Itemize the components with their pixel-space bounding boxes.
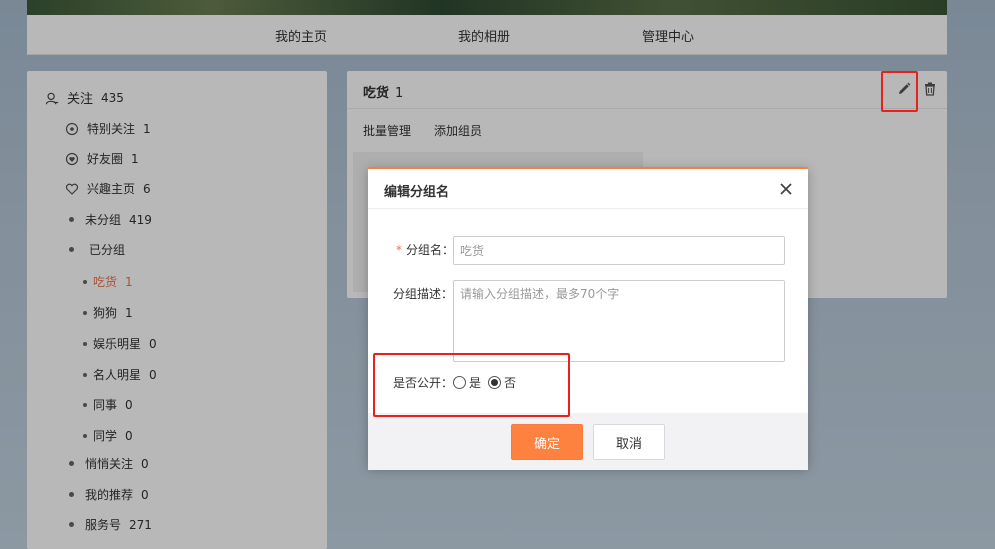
group-name-label-text: 分组名： <box>406 243 455 257</box>
radio-unchecked-icon <box>453 376 466 389</box>
dialog-footer: 确定 取消 <box>368 413 808 470</box>
public-yes-label: 是 <box>469 376 482 390</box>
public-no-option[interactable]: 否 <box>488 374 516 391</box>
public-label: 是否公开： <box>393 376 454 390</box>
cancel-button[interactable]: 取消 <box>593 424 665 460</box>
required-mark: * <box>396 243 402 257</box>
public-no-label: 否 <box>504 376 517 390</box>
dialog-divider <box>368 208 808 209</box>
group-desc-textarea[interactable] <box>453 280 785 362</box>
group-name-input[interactable] <box>453 236 785 265</box>
edit-group-dialog: 编辑分组名 * 分组名： 分组描述： 是否公开： 是 否 确定 取消 <box>368 167 808 470</box>
group-name-label: * 分组名： <box>396 241 454 258</box>
public-yes-option[interactable]: 是 <box>453 374 481 391</box>
close-icon[interactable] <box>779 182 793 196</box>
radio-checked-icon <box>488 376 501 389</box>
confirm-button[interactable]: 确定 <box>511 424 583 460</box>
dialog-title: 编辑分组名 <box>384 185 450 200</box>
group-desc-label: 分组描述： <box>393 287 454 301</box>
